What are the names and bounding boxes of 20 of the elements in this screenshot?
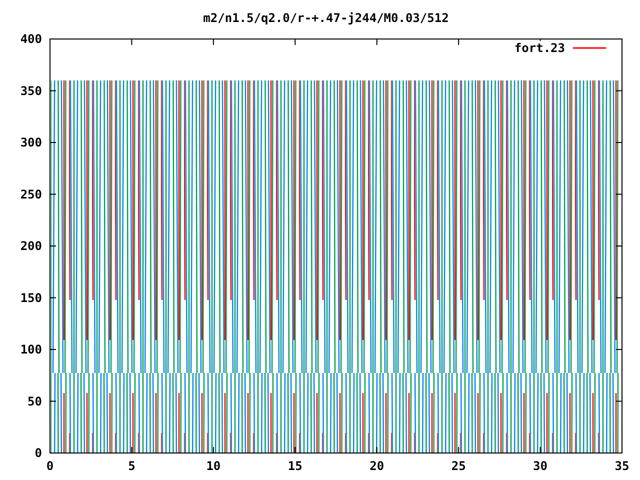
x-tick-label: 10 (206, 459, 221, 473)
y-tick-label: 100 (20, 342, 42, 356)
y-tick-label: 150 (20, 290, 42, 305)
y-tick-label: 200 (20, 239, 42, 253)
y-tick-label: 400 (20, 32, 42, 46)
x-tick-label: 35 (614, 459, 630, 473)
legend-line-sample (573, 47, 606, 49)
y-tick-label: 350 (20, 84, 42, 98)
y-tick-label: 300 (20, 136, 42, 150)
x-tick-label: 15 (288, 459, 302, 473)
chart-title: m2/n1.5/q2.0/r-+.47-j244/M0.03/512 (203, 11, 449, 25)
legend-label: fort.23 (514, 41, 565, 55)
y-tick-label: 250 (20, 187, 42, 202)
x-tick-label: 30 (533, 459, 548, 473)
y-tick-label: 50 (28, 394, 42, 408)
x-tick-label: 0 (46, 459, 54, 473)
x-tick-label: 25 (451, 459, 466, 473)
x-tick-label: 5 (128, 459, 136, 473)
x-tick-label: 20 (370, 459, 384, 473)
y-tick-label: 0 (34, 446, 42, 460)
